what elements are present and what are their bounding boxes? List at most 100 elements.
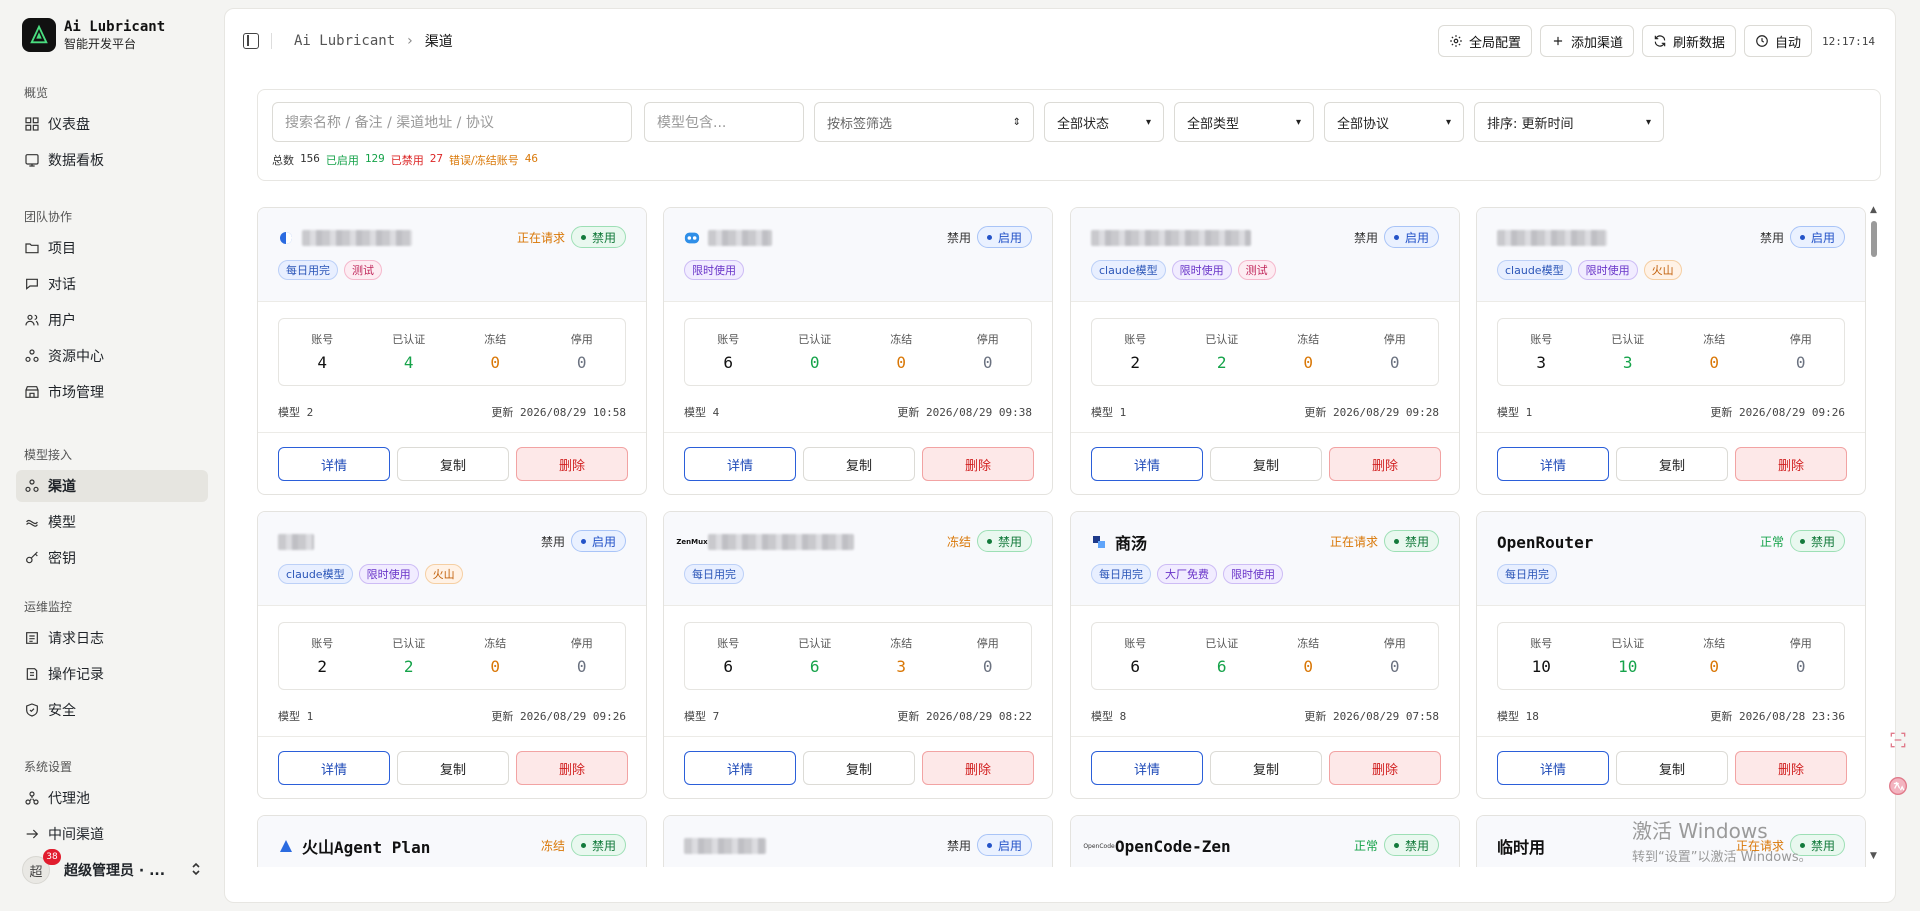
- translate-icon[interactable]: [1886, 774, 1910, 798]
- copy-button[interactable]: 复制: [1616, 751, 1728, 785]
- delete-button[interactable]: 删除: [516, 447, 628, 481]
- copy-button[interactable]: 复制: [1210, 447, 1322, 481]
- toggle-status-button[interactable]: 禁用: [1789, 530, 1845, 552]
- copy-button[interactable]: 复制: [397, 447, 509, 481]
- channel-name: 火山Agent Plan: [302, 838, 431, 857]
- channel-card[interactable]: 禁用 启用 限时使用 账号 6 已认证 0 冻结 0 停用 0 模型 4 更新 2026/08/29 0…: [663, 207, 1053, 495]
- channel-card[interactable]: ZenMux 冻结 禁用 每日用完 账号 6 已认证 6 冻结 3 停用 0 模型 7 更新 2026/0…: [663, 511, 1053, 799]
- delete-button[interactable]: 删除: [1329, 447, 1441, 481]
- breadcrumb-root[interactable]: Ai Lubricant: [294, 33, 395, 49]
- status-label: 正常: [1353, 838, 1378, 853]
- detail-button[interactable]: 详情: [684, 447, 796, 481]
- channel-card[interactable]: 禁用 启用 claude模型 限时使用 火山 账号 3 已认证 3 冻结 0 停用 0 模型 1 更新 20…: [1476, 207, 1866, 495]
- auto-refresh-button[interactable]: 自动: [1744, 25, 1813, 57]
- sidebar-item[interactable]: 中间渠道: [16, 818, 208, 850]
- sidebar-item[interactable]: 密钥: [16, 542, 208, 574]
- sidebar-item[interactable]: 市场管理: [16, 376, 208, 408]
- detail-button[interactable]: 详情: [1497, 447, 1609, 481]
- toggle-status-button[interactable]: 禁用: [976, 530, 1032, 552]
- add-channel-button[interactable]: 添加渠道: [1539, 25, 1634, 57]
- stat-error-label: 错误/冻结账号: [449, 154, 519, 167]
- scroll-down-icon[interactable]: ▼: [1870, 851, 1877, 861]
- status-select[interactable]: 全部状态 ▾: [1044, 102, 1164, 142]
- channel-grid: 正在请求 禁用 每日用完 测试 账号 4 已认证 4 冻结 0 停用 0 模型 2 更新 2026/08/…: [257, 199, 1867, 867]
- sidebar-item[interactable]: 代理池: [16, 782, 208, 814]
- copy-button[interactable]: 复制: [803, 751, 915, 785]
- copy-button[interactable]: 复制: [1210, 751, 1322, 785]
- toggle-status-button[interactable]: 禁用: [570, 226, 626, 248]
- channel-card[interactable]: 禁用 启用: [663, 815, 1053, 867]
- detail-button[interactable]: 详情: [684, 751, 796, 785]
- search-input[interactable]: 搜索名称 / 备注 / 渠道地址 / 协议: [272, 102, 632, 142]
- metric-frozen: 冻结 3: [858, 623, 945, 689]
- channel-card[interactable]: 禁用 启用 claude模型 限时使用 火山 账号 2 已认证 2 冻结 0 停用 0 模型 1 更新 20…: [257, 511, 647, 799]
- detail-button[interactable]: 详情: [278, 447, 390, 481]
- dot-icon: [1799, 538, 1805, 544]
- copy-button[interactable]: 复制: [803, 447, 915, 481]
- delete-button[interactable]: 删除: [1735, 447, 1847, 481]
- copy-button[interactable]: 复制: [397, 751, 509, 785]
- metric-label: 停用: [976, 637, 999, 650]
- metric-value: 0: [490, 657, 501, 676]
- copy-button[interactable]: 复制: [1616, 447, 1728, 481]
- channel-tag: claude模型: [1497, 260, 1572, 280]
- delete-button[interactable]: 删除: [1735, 751, 1847, 785]
- toggle-status-button[interactable]: 禁用: [1383, 530, 1439, 552]
- scrollbar[interactable]: ▲ ▼: [1869, 205, 1879, 861]
- channel-card[interactable]: 正在请求 禁用 每日用完 测试 账号 4 已认证 4 冻结 0 停用 0 模型 2 更新 2026/08/…: [257, 207, 647, 495]
- delete-button[interactable]: 删除: [922, 751, 1034, 785]
- delete-button[interactable]: 删除: [922, 447, 1034, 481]
- detail-button[interactable]: 详情: [1091, 751, 1203, 785]
- account-metrics: 账号 10 已认证 10 冻结 0 停用 0: [1497, 622, 1845, 690]
- card-meta: 模型 1 更新 2026/08/29 09:26: [1497, 404, 1845, 420]
- metric-value: 6: [1130, 657, 1141, 676]
- sidebar-item[interactable]: 数据看板: [16, 144, 208, 176]
- model-filter-input[interactable]: 模型包含...: [644, 102, 804, 142]
- sidebar-item[interactable]: 渠道: [16, 470, 208, 502]
- channel-card[interactable]: 火山Agent Plan 冻结 禁用: [257, 815, 647, 867]
- metric-value: 6: [809, 657, 820, 676]
- sidebar-item[interactable]: 资源中心: [16, 340, 208, 372]
- sidebar-item[interactable]: 请求日志: [16, 622, 208, 654]
- sidebar-item[interactable]: 操作记录: [16, 658, 208, 690]
- toggle-status-button[interactable]: 禁用: [1383, 834, 1439, 856]
- toggle-status-button[interactable]: 启用: [570, 530, 626, 552]
- sidebar-item[interactable]: 对话: [16, 268, 208, 300]
- nav-section: 系统设置 代理池 中间渠道: [16, 756, 208, 850]
- protocol-select[interactable]: 全部协议 ▾: [1324, 102, 1464, 142]
- toggle-status-button[interactable]: 启用: [1383, 226, 1439, 248]
- channel-card[interactable]: 商汤 正在请求 禁用 每日用完 大厂免费 限时使用 账号 6 已认证 6 冻结 0 停用 0 模型 8 更新 …: [1070, 511, 1460, 799]
- toggle-status-button[interactable]: 启用: [976, 834, 1032, 856]
- sidebar-item[interactable]: 用户: [16, 304, 208, 336]
- sort-select[interactable]: 排序: 更新时间 ▾: [1474, 102, 1664, 142]
- delete-button[interactable]: 删除: [1329, 751, 1441, 785]
- refresh-button[interactable]: 刷新数据: [1641, 25, 1736, 57]
- sidebar-item[interactable]: 仪表盘: [16, 108, 208, 140]
- sidebar-item[interactable]: 安全: [16, 694, 208, 726]
- user-menu[interactable]: 超 38 超级管理员 · ...: [22, 849, 202, 886]
- scan-icon[interactable]: [1886, 728, 1910, 752]
- detail-button[interactable]: 详情: [1091, 447, 1203, 481]
- toggle-status-button[interactable]: 禁用: [570, 834, 626, 856]
- metric-frozen: 冻结 0: [1265, 319, 1352, 385]
- metric-value: 3: [1536, 353, 1547, 372]
- brand[interactable]: Ai Lubricant 智能开发平台: [22, 18, 165, 52]
- detail-button[interactable]: 详情: [1497, 751, 1609, 785]
- channel-card[interactable]: 禁用 启用 claude模型 限时使用 测试 账号 2 已认证 2 冻结 0 停用 0 模型 1 更新 20…: [1070, 207, 1460, 495]
- type-select[interactable]: 全部类型 ▾: [1174, 102, 1314, 142]
- sidebar-item[interactable]: 项目: [16, 232, 208, 264]
- sidebar-toggle-icon[interactable]: [243, 33, 259, 49]
- metric-value: 0: [490, 353, 501, 372]
- channel-card[interactable]: OpenCode OpenCode-Zen 正常 禁用: [1070, 815, 1460, 867]
- delete-button[interactable]: 删除: [516, 751, 628, 785]
- toggle-status-button[interactable]: 启用: [976, 226, 1032, 248]
- scroll-up-icon[interactable]: ▲: [1870, 205, 1877, 215]
- toggle-status-button[interactable]: 启用: [1789, 226, 1845, 248]
- tag-filter-select[interactable]: 按标签筛选 ⇕: [814, 102, 1034, 142]
- global-config-button[interactable]: 全局配置: [1437, 25, 1532, 57]
- sidebar-item[interactable]: 模型: [16, 506, 208, 538]
- card-meta: 模型 1 更新 2026/08/29 09:26: [278, 708, 626, 724]
- channel-card[interactable]: OpenRouter 正常 禁用 每日用完 账号 10 已认证 10 冻结 0 停用 0 模型 18 更新…: [1476, 511, 1866, 799]
- scroll-thumb[interactable]: [1871, 221, 1877, 257]
- detail-button[interactable]: 详情: [278, 751, 390, 785]
